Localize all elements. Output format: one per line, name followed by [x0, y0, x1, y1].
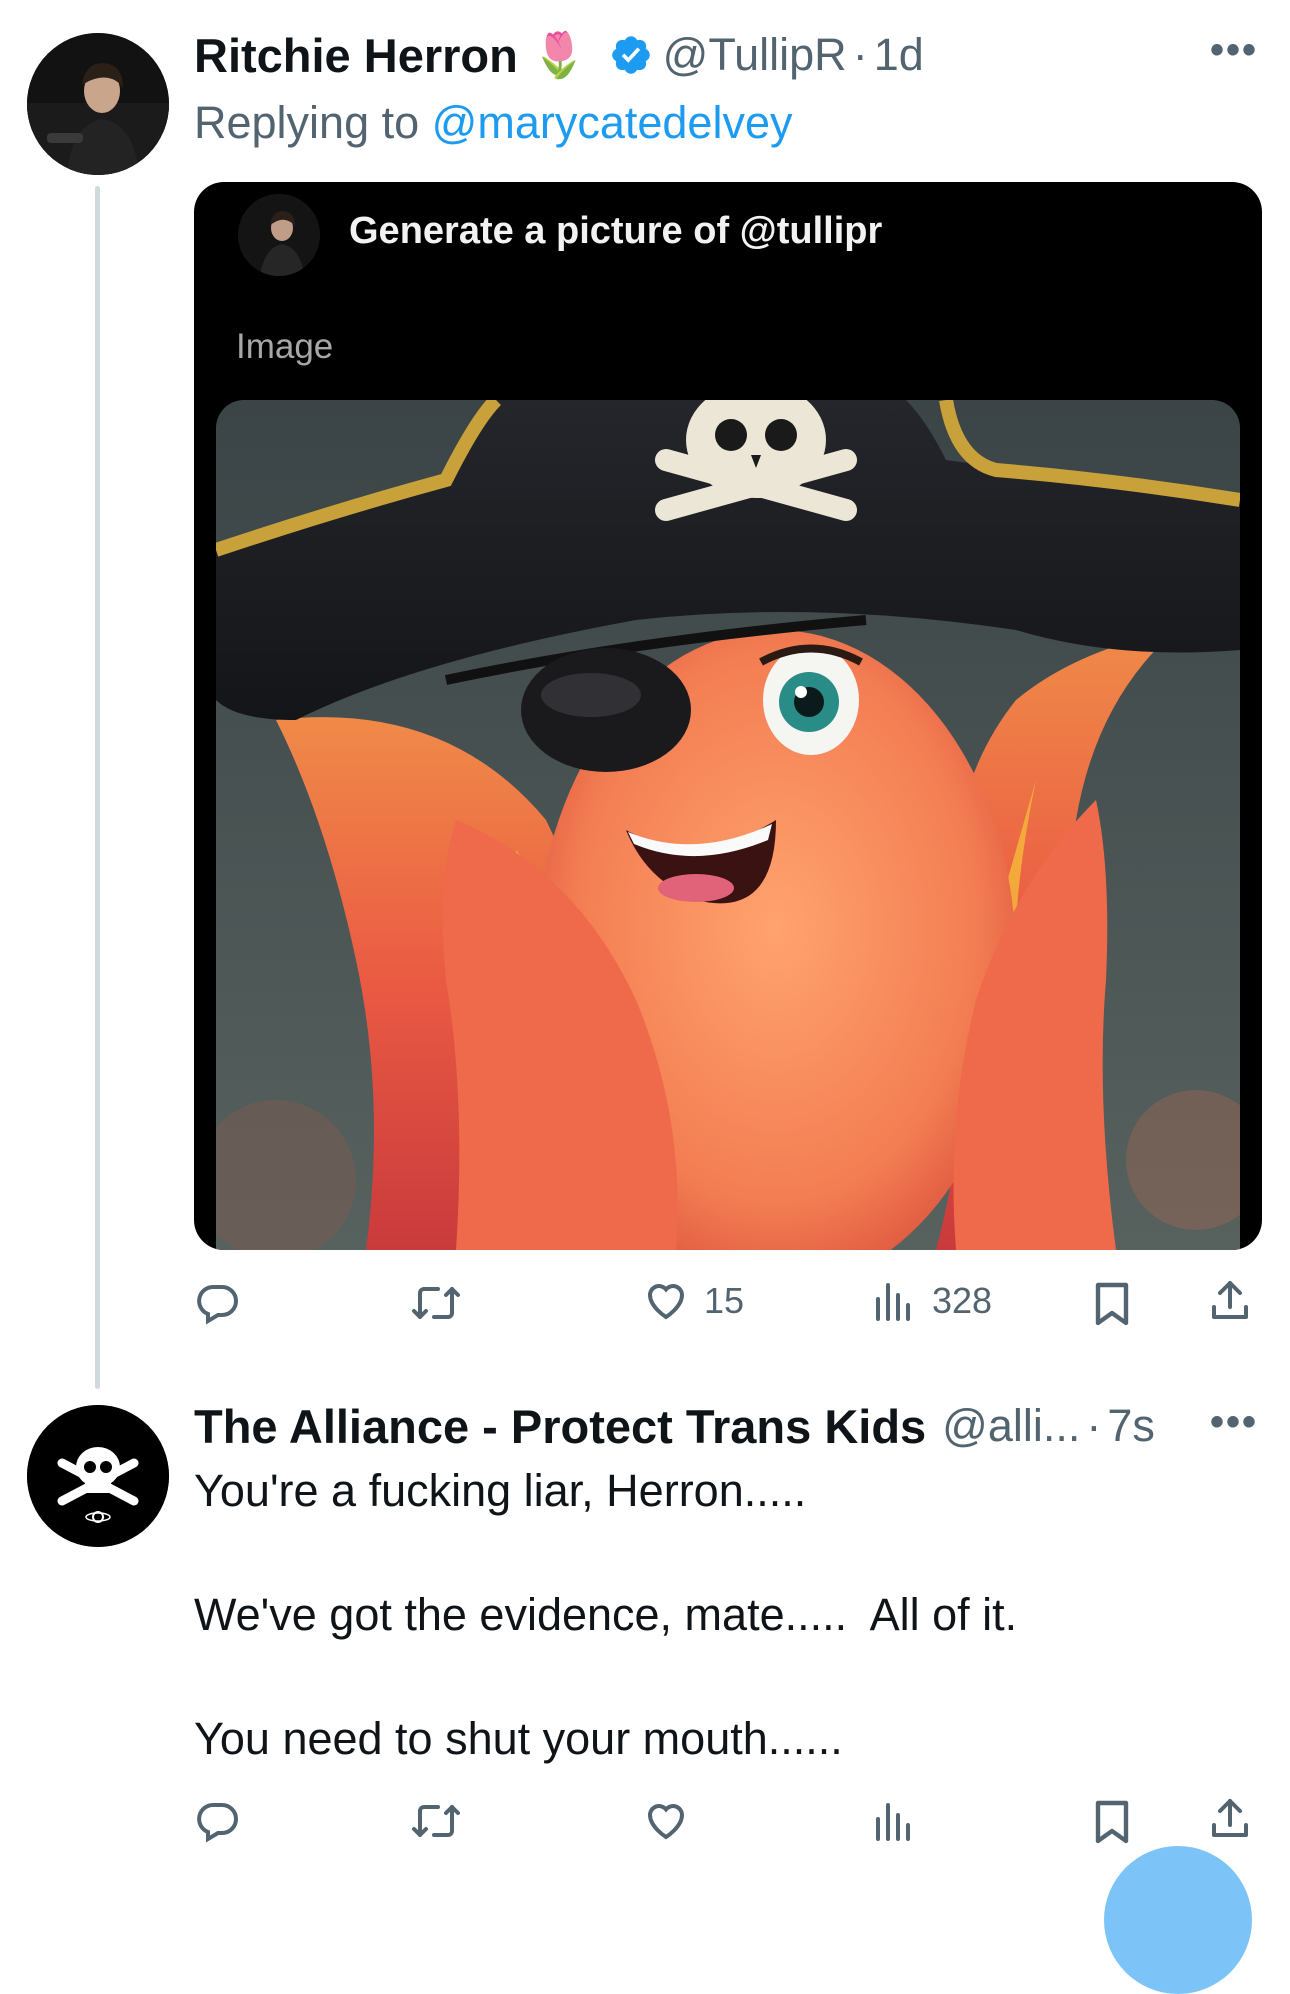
avatar-person-image — [27, 33, 169, 175]
pirate-tulip-image[interactable] — [216, 400, 1240, 1250]
reply-icon — [197, 1802, 238, 1843]
replying-to: Replying to @marycatedelvey — [194, 92, 792, 154]
retweet-icon — [412, 1287, 460, 1319]
like-count: 15 — [704, 1280, 745, 1321]
card-avatar — [238, 194, 320, 276]
more-icon[interactable]: ••• — [1210, 1400, 1258, 1445]
views-button[interactable] — [870, 1797, 918, 1845]
separator: · — [1086, 1400, 1102, 1451]
view-count: 328 — [932, 1280, 993, 1321]
views-button[interactable]: 328 — [870, 1277, 992, 1325]
retweet-icon — [412, 1805, 460, 1837]
timestamp[interactable]: 7s — [1107, 1400, 1155, 1452]
tweet1-header: Ritchie Herron 🌷 @TullipR · 1d — [194, 22, 924, 88]
tweet-body: You're a fucking liar, Herron..... We've… — [194, 1465, 1018, 1764]
tweet2-actions — [194, 1793, 1264, 1847]
share-button[interactable] — [1206, 1795, 1254, 1843]
avatar-ritchie[interactable] — [27, 33, 169, 175]
display-name[interactable]: The Alliance - Protect Trans Kids — [194, 1399, 926, 1454]
timestamp[interactable]: 1d — [874, 29, 924, 81]
skull-crossbones-icon — [27, 1405, 169, 1547]
tweet2-header: The Alliance - Protect Trans Kids @alli.… — [194, 1394, 1155, 1458]
more-icon[interactable]: ••• — [1210, 28, 1258, 73]
like-button[interactable]: 15 — [642, 1277, 744, 1325]
pirate-tulip-illustration — [216, 400, 1240, 1250]
like-icon — [647, 1284, 685, 1320]
card-image-label: Image — [236, 327, 334, 366]
avatar-alliance[interactable] — [27, 1405, 169, 1547]
bookmark-button[interactable] — [1090, 1797, 1134, 1845]
display-name[interactable]: Ritchie Herron — [194, 28, 518, 83]
handle[interactable]: @alli... — [942, 1400, 1080, 1452]
bookmark-icon — [1095, 1282, 1129, 1326]
retweet-button[interactable] — [410, 1279, 462, 1327]
like-button[interactable] — [642, 1797, 690, 1845]
tweet1-actions: 15 328 — [194, 1275, 1264, 1329]
quoted-image-card[interactable]: Generate a picture of @tullipr Image — [194, 182, 1262, 1250]
separator: · — [852, 29, 868, 80]
reply-icon — [197, 1284, 238, 1325]
reply-button[interactable] — [194, 1279, 242, 1327]
retweet-button[interactable] — [410, 1797, 462, 1845]
replying-to-link[interactable]: @marycatedelvey — [432, 97, 793, 148]
skull-crossbones-icon — [655, 400, 857, 521]
card-prompt: Generate a picture of @tullipr — [349, 210, 883, 252]
thread-line — [95, 186, 100, 1389]
verified-icon — [609, 33, 653, 77]
like-icon — [647, 1804, 685, 1840]
compose-fab[interactable] — [1104, 1846, 1252, 1994]
tulip-emoji: 🌷 — [531, 31, 587, 80]
share-icon — [1212, 1281, 1248, 1319]
bookmark-icon — [1095, 1800, 1129, 1844]
bookmark-button[interactable] — [1090, 1279, 1134, 1327]
handle[interactable]: @TullipR — [663, 29, 847, 81]
reply-button[interactable] — [194, 1797, 242, 1845]
views-icon — [876, 1283, 910, 1321]
share-icon — [1212, 1799, 1248, 1837]
replying-prefix: Replying to — [194, 97, 420, 148]
share-button[interactable] — [1206, 1277, 1254, 1325]
views-icon — [876, 1803, 910, 1841]
